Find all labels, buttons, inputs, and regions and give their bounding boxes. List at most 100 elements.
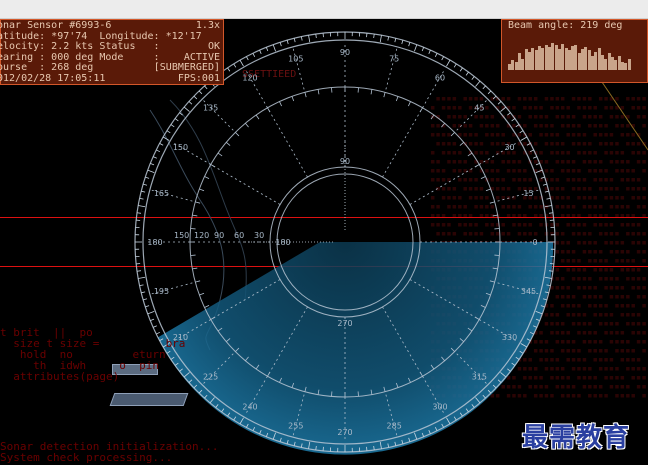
bearing-tick	[533, 156, 538, 159]
inner-tick	[199, 188, 205, 192]
inner-tick	[192, 214, 198, 217]
bearing-tick	[147, 169, 155, 173]
bearing-tick	[300, 36, 303, 41]
bearing-label: 315	[472, 372, 487, 381]
bearing-tick	[188, 101, 193, 105]
inner-tick	[480, 176, 486, 179]
bearing-tick	[379, 35, 382, 43]
bearing-tick	[500, 106, 507, 112]
bearing-label: 180	[147, 238, 162, 247]
bearing-tick	[315, 33, 317, 39]
bearing-spoke	[409, 141, 519, 205]
bearing-label: 165	[154, 189, 169, 198]
bearing-label: 90	[340, 48, 350, 57]
watermark-logo: 最需教育	[522, 423, 631, 453]
bearing-tick	[515, 124, 520, 128]
timestamp: 012/02/28 17:05:11	[0, 72, 106, 84]
bearing-label: 300	[432, 403, 447, 412]
bearing-tick	[519, 130, 524, 134]
bearing-tick	[145, 305, 150, 308]
bearing-tick	[497, 101, 502, 105]
inner-tick	[370, 89, 373, 95]
bearing-tick	[487, 90, 492, 95]
bearing-tick	[152, 156, 157, 159]
inner-tick	[204, 176, 210, 179]
bearing-tick	[246, 56, 249, 61]
sensor-status-panel: onar Sensor #6993-6 1.3x atitude: *97'74…	[0, 19, 224, 85]
inner-tick	[195, 280, 201, 283]
bearing-tick	[535, 162, 540, 166]
bearing-tick	[227, 67, 231, 72]
beam-angle-title: Beam angle: 219 deg	[508, 20, 623, 31]
bearing-tick	[441, 56, 444, 61]
bearing-label: 195	[154, 287, 169, 296]
bearing-tick	[293, 38, 296, 43]
bearing-label: 15	[523, 189, 533, 198]
bearing-tick	[546, 197, 551, 200]
bearing-tick	[446, 59, 451, 67]
bearing-tick	[150, 162, 155, 166]
bearing-tick	[511, 118, 516, 122]
bearing-label: 75	[389, 54, 399, 63]
bearing-tick	[286, 40, 289, 45]
inner-tick	[317, 89, 320, 95]
depth-indicator-bar	[109, 393, 189, 406]
bearing-tick	[428, 49, 431, 54]
bearing-tick	[459, 67, 463, 72]
bearing-tick	[471, 76, 475, 80]
bearing-tick	[373, 33, 375, 39]
range-label: 150	[174, 231, 189, 240]
inner-tick	[192, 267, 198, 270]
bearing-label: 255	[288, 422, 303, 431]
bearing-tick	[529, 149, 534, 153]
bearing-tick	[542, 183, 547, 186]
inner-tick	[195, 201, 201, 204]
inner-tick	[217, 152, 223, 157]
bearing-label: 0	[532, 238, 537, 247]
bearing-tick	[544, 205, 552, 208]
range-label: 90	[214, 231, 224, 240]
bearing-label: 150	[173, 143, 188, 152]
inner-tick	[395, 96, 399, 102]
bearing-tick	[507, 112, 511, 116]
inner-tick	[204, 305, 210, 308]
bearing-tick	[147, 311, 155, 315]
bearing-tick	[166, 130, 171, 134]
bearing-tick	[520, 136, 528, 141]
inner-tick	[450, 132, 455, 137]
bearing-label: 120	[242, 73, 257, 82]
bearing-label: 345	[521, 287, 536, 296]
inner-tick	[408, 101, 411, 107]
bearing-tick	[540, 176, 545, 179]
bearing-tick	[233, 63, 237, 68]
bearing-tick	[138, 276, 146, 279]
bearing-tick	[204, 85, 208, 90]
bearing-tick	[183, 106, 190, 112]
inner-tick	[226, 142, 231, 146]
inner-tick	[245, 123, 249, 128]
bearing-label: 60	[435, 73, 445, 82]
bearing-label: 285	[387, 422, 402, 431]
inner-tick	[279, 101, 282, 107]
status-title-row: onar Sensor #6993-6 1.3x	[0, 20, 220, 32]
bearing-label: 45	[474, 104, 484, 113]
bearing-label: 135	[203, 104, 218, 113]
inner-bearing-label: 90	[340, 157, 350, 166]
bearing-tick	[265, 47, 269, 52]
bearing-tick	[174, 118, 179, 122]
beam-histogram	[508, 42, 641, 70]
inner-bearing-label: 270	[337, 319, 352, 328]
inner-tick	[255, 114, 260, 120]
range-label: 120	[194, 231, 209, 240]
bearing-tick	[408, 42, 411, 47]
bearing-tick	[141, 291, 146, 294]
bearing-label: 240	[242, 403, 257, 412]
inner-tick	[291, 96, 295, 102]
bearing-tick	[526, 143, 531, 146]
bearing-tick	[544, 190, 549, 193]
bearing-label: 270	[337, 428, 352, 437]
beam-angle-panel: Beam angle: 219 deg	[501, 19, 648, 83]
bearing-tick	[159, 143, 164, 146]
bearing-tick	[145, 176, 150, 179]
bearing-label: 225	[203, 372, 218, 381]
